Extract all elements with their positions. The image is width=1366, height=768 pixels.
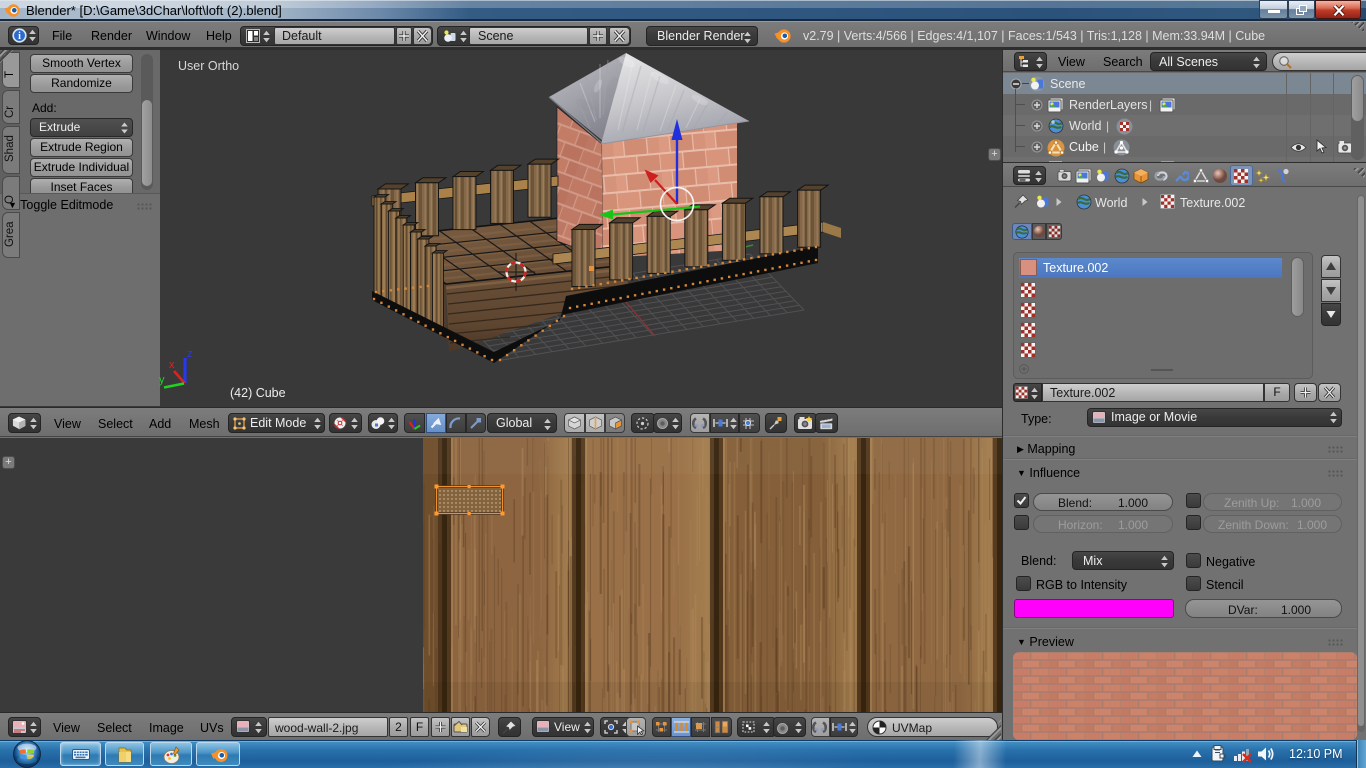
svg-text:y: y: [159, 374, 165, 386]
svg-text:x: x: [169, 359, 175, 371]
svg-text:i: i: [18, 31, 21, 42]
svg-text:z: z: [187, 348, 193, 360]
